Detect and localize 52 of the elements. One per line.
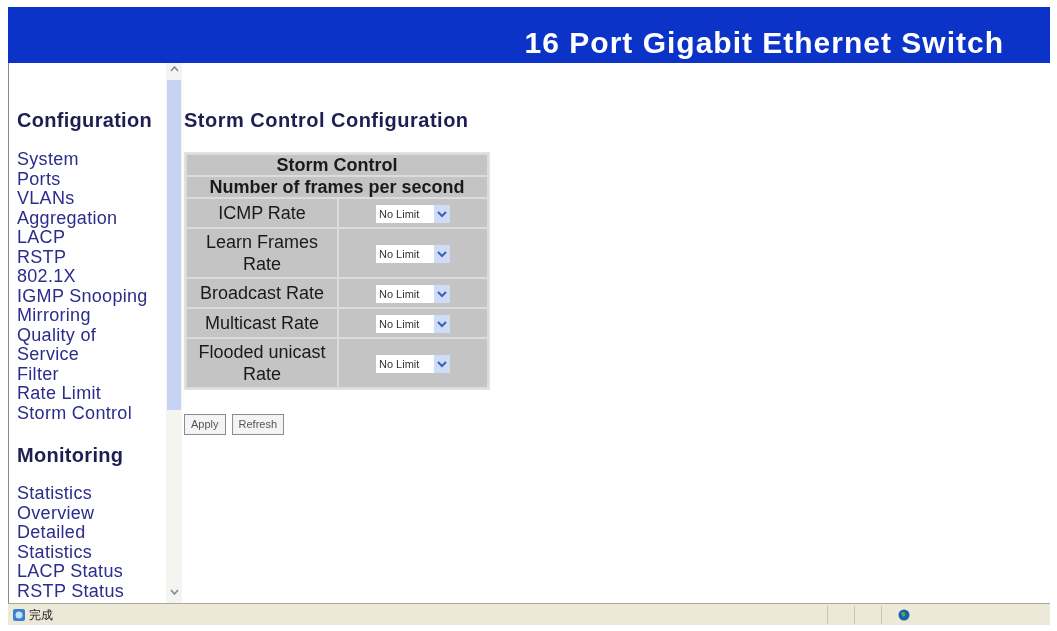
page-icon <box>12 607 26 622</box>
nav-link[interactable]: LACP <box>17 228 66 248</box>
nav-link[interactable]: Rate Limit <box>17 384 102 404</box>
table-cell: Flooded unicast Rate <box>187 339 337 387</box>
scroll-up-icon[interactable] <box>169 66 179 72</box>
nav-link[interactable]: 802.1X <box>17 267 76 287</box>
select-value: No Limit <box>379 357 420 372</box>
dropdown-caret-icon[interactable] <box>434 245 450 264</box>
nav-link[interactable]: Filter <box>17 364 59 384</box>
table-header-cell: Storm Control <box>187 155 487 175</box>
nav-link[interactable]: Ports <box>17 169 61 189</box>
nav-link[interactable]: IGMP Snooping <box>17 286 148 306</box>
select-value: No Limit <box>379 247 420 262</box>
dropdown-caret-icon[interactable] <box>434 285 450 304</box>
nav-link[interactable]: VLANs <box>17 189 75 209</box>
nav-link[interactable]: LACP Status <box>17 562 124 582</box>
nav-link[interactable]: Statistics Overview <box>17 484 157 523</box>
table-cell: Multicast Rate <box>187 309 337 337</box>
nav-link[interactable]: RSTP Status <box>17 581 124 601</box>
dropdown-caret-icon[interactable] <box>434 205 450 224</box>
table-header-cell: Number of frames per second <box>187 177 487 197</box>
nav-link[interactable]: System <box>17 150 79 170</box>
rate-select[interactable]: No Limit <box>376 355 450 374</box>
nav-link[interactable]: Detailed Statistics <box>17 523 157 562</box>
section-heading: Configuration <box>17 108 153 132</box>
dropdown-caret-icon[interactable] <box>434 355 450 374</box>
select-value: No Limit <box>379 287 420 302</box>
nav-link[interactable]: Aggregation <box>17 208 118 228</box>
table-cell: Broadcast Rate <box>187 279 337 307</box>
globe-icon <box>898 608 910 621</box>
section-heading: Monitoring <box>17 443 125 467</box>
nav-link[interactable]: Mirroring <box>17 306 91 326</box>
rate-select[interactable]: No Limit <box>376 205 450 224</box>
select-value: No Limit <box>379 207 420 222</box>
page-title: Storm Control Configuration <box>184 108 470 132</box>
scrollbar-thumb[interactable] <box>167 80 181 410</box>
select-value: No Limit <box>379 317 420 332</box>
nav-link[interactable]: Quality of Service <box>17 325 157 365</box>
dropdown-caret-icon[interactable] <box>434 315 450 334</box>
banner-title: 16 Port Gigabit Ethernet Switch <box>524 25 1004 61</box>
nav-link[interactable]: Storm Control <box>17 403 132 423</box>
table-cell: Learn Frames Rate <box>187 229 337 277</box>
rate-select[interactable]: No Limit <box>376 285 450 304</box>
nav-link[interactable]: RSTP <box>17 247 67 267</box>
rate-select[interactable]: No Limit <box>376 245 450 264</box>
scroll-down-icon[interactable] <box>169 589 179 595</box>
status-text: 完成 <box>29 606 53 624</box>
action-button[interactable]: Apply <box>184 414 226 435</box>
action-button[interactable]: Refresh <box>231 414 285 435</box>
scrollbar[interactable] <box>166 63 182 603</box>
rate-select[interactable]: No Limit <box>376 315 450 334</box>
table-cell: ICMP Rate <box>187 199 337 227</box>
